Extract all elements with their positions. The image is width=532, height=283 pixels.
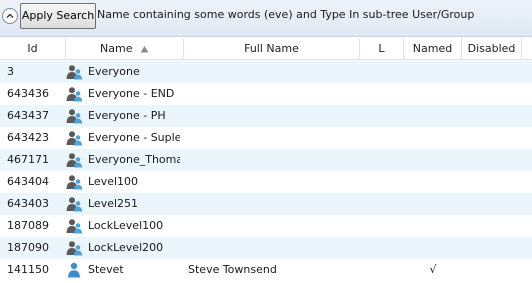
apply-search-button[interactable]: Apply Search — [20, 3, 96, 29]
table-row[interactable]: 643423 Everyone - Suple — [0, 127, 532, 149]
cell-name: LockLevel200 — [88, 241, 164, 254]
cell-named-check — [404, 171, 462, 193]
column-header-full-name[interactable]: Full Name — [184, 38, 360, 60]
cell-named-check — [404, 61, 462, 83]
table-row[interactable]: 643436 Everyone - END — [0, 83, 532, 105]
column-header-label: Named — [412, 42, 453, 55]
group-icon — [66, 174, 86, 190]
cell-full-name: Steve Townsend — [188, 263, 277, 276]
table-row[interactable]: 643437 Everyone - PH — [0, 105, 532, 127]
table-row[interactable]: 3 Everyone — [0, 61, 532, 83]
column-header-label: Disabled — [467, 42, 516, 55]
cell-id: 187090 — [7, 241, 49, 254]
cell-full-name — [188, 149, 358, 171]
cell-id: 187089 — [7, 219, 49, 232]
results-grid-body: 3 Everyone 643436 Everyone - END 643437 Every… — [0, 61, 532, 281]
cell-full-name — [188, 171, 358, 193]
collapse-button[interactable] — [2, 8, 18, 24]
chevron-up-icon — [6, 13, 14, 18]
group-icon — [66, 64, 86, 80]
user-icon — [66, 262, 86, 278]
group-icon — [66, 86, 86, 102]
search-toolbar: Apply Search Name containing some words … — [0, 0, 532, 37]
cell-name: Everyone — [88, 65, 140, 78]
table-row[interactable]: 643403 Level251 — [0, 193, 532, 215]
cell-name: Everyone - Suple — [88, 131, 180, 144]
grid-header: Id Name Full Name L Named Disabled — [0, 38, 532, 60]
cell-named-check — [404, 149, 462, 171]
group-icon — [66, 218, 86, 234]
table-row[interactable]: 467171 Everyone_Thoma — [0, 149, 532, 171]
group-icon — [66, 108, 86, 124]
column-header-l[interactable]: L — [360, 38, 404, 60]
cell-full-name — [188, 83, 358, 105]
table-row[interactable]: 187089 LockLevel100 — [0, 215, 532, 237]
cell-full-name — [188, 237, 358, 259]
column-header-id[interactable]: Id — [0, 38, 66, 60]
cell-full-name — [188, 127, 358, 149]
group-icon — [66, 152, 86, 168]
cell-id: 467171 — [7, 153, 49, 166]
group-icon — [66, 240, 86, 256]
cell-id: 643423 — [7, 131, 49, 144]
search-criteria-text: Name containing some words (eve) and Typ… — [97, 8, 475, 21]
cell-full-name — [188, 193, 358, 215]
column-header-name[interactable]: Name — [66, 38, 184, 60]
cell-named-check: √ — [429, 263, 437, 276]
column-header-label: Name — [100, 42, 133, 55]
cell-id: 141150 — [7, 263, 49, 276]
cell-named-check — [404, 127, 462, 149]
table-row[interactable]: 187090 LockLevel200 — [0, 237, 532, 259]
cell-named-check — [404, 215, 462, 237]
cell-full-name — [188, 105, 358, 127]
column-header-named[interactable]: Named — [404, 38, 462, 60]
search-results-panel: Apply Search Name containing some words … — [0, 0, 532, 283]
column-header-disabled[interactable]: Disabled — [462, 38, 522, 60]
column-header-label: L — [378, 42, 385, 55]
cell-name: Everyone_Thoma — [88, 153, 180, 166]
group-icon — [66, 196, 86, 212]
table-row[interactable]: 141150 Stevet Steve Townsend √ — [0, 259, 532, 281]
cell-named-check — [404, 237, 462, 259]
cell-id: 643404 — [7, 175, 49, 188]
cell-id: 643437 — [7, 109, 49, 122]
cell-id: 3 — [7, 65, 14, 78]
cell-name: Everyone - END — [88, 87, 175, 100]
cell-named-check — [404, 193, 462, 215]
column-header-label: Full Name — [244, 42, 299, 55]
cell-name: LockLevel100 — [88, 219, 164, 232]
sort-ascending-icon — [140, 46, 149, 53]
cell-named-check — [404, 83, 462, 105]
cell-name: Everyone - PH — [88, 109, 166, 122]
cell-id: 643403 — [7, 197, 49, 210]
cell-full-name — [188, 215, 358, 237]
cell-name: Level100 — [88, 175, 139, 188]
cell-full-name — [188, 61, 358, 83]
cell-name: Stevet — [88, 263, 124, 276]
group-icon — [66, 130, 86, 146]
table-row[interactable]: 643404 Level100 — [0, 171, 532, 193]
column-header-label: Id — [27, 42, 38, 55]
cell-name: Level251 — [88, 197, 139, 210]
cell-named-check — [404, 105, 462, 127]
cell-id: 643436 — [7, 87, 49, 100]
